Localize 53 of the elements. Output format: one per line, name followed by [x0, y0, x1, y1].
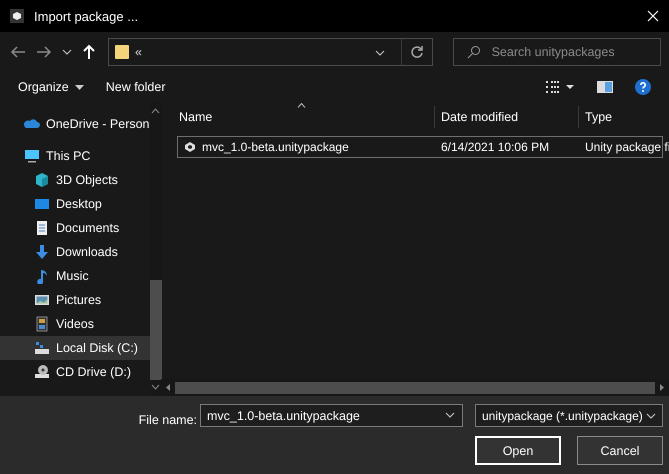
folder-icon	[115, 44, 129, 60]
dropdown-icon	[374, 50, 385, 56]
scroll-up-icon[interactable]	[151, 108, 160, 114]
sidebar-item[interactable]: This PC	[0, 144, 150, 168]
help-button[interactable]	[635, 79, 651, 95]
dropdown-icon	[445, 412, 455, 418]
sidebar-item[interactable]: Desktop	[0, 192, 150, 216]
sidebar-item[interactable]: Music	[0, 264, 150, 288]
search-field[interactable]: Search unitypackages	[452, 38, 661, 66]
music-note-icon	[34, 268, 50, 284]
file-name-cell: mvc_1.0-beta.unitypackage	[178, 140, 435, 154]
scroll-down-icon[interactable]	[151, 384, 160, 390]
cd-drive-icon	[34, 364, 50, 380]
drive-icon	[34, 340, 50, 356]
download-icon	[34, 244, 50, 260]
close-icon[interactable]	[647, 10, 659, 22]
sidebar-item[interactable]: CD Drive (D:)	[0, 360, 150, 384]
file-type-dropdown[interactable]: unitypackage (*.unitypackage)	[475, 404, 663, 427]
column-header[interactable]: Date modified	[434, 106, 578, 128]
desktop-icon	[34, 196, 50, 212]
sidebar-item[interactable]: Downloads	[0, 240, 150, 264]
dropdown-icon	[646, 412, 656, 418]
column-header[interactable]: Name	[179, 106, 434, 128]
monitor-icon	[24, 148, 40, 164]
dialog-button[interactable]: Cancel	[577, 436, 663, 465]
document-icon	[34, 220, 50, 236]
sidebar-item[interactable]: Local Disk (C:)	[0, 336, 150, 360]
sidebar-item[interactable]: OneDrive - Person	[0, 112, 150, 136]
caret-icon	[74, 84, 84, 90]
refresh-icon[interactable]	[410, 45, 424, 59]
sidebar-item[interactable]: 3D Objects	[0, 168, 150, 192]
caret-icon	[62, 49, 72, 55]
pictures-icon	[34, 292, 50, 308]
film-icon	[34, 316, 50, 332]
sidebar-item[interactable]: Pictures	[0, 288, 150, 312]
column-header[interactable]: Type	[578, 106, 669, 128]
address-path: «	[135, 45, 143, 59]
address-bar[interactable]: «	[108, 38, 433, 66]
sidebar-item[interactable]: Documents	[0, 216, 150, 240]
date-cell-text: 6/14/2021 10:06 PM	[440, 140, 550, 154]
recent-locations-button[interactable]	[60, 47, 74, 57]
cube-icon	[34, 172, 50, 188]
sidebar-item[interactable]: Videos	[0, 312, 150, 336]
dialog-button[interactable]: Open	[475, 436, 561, 465]
file-name-field[interactable]: mvc_1.0-beta.unitypackage	[200, 404, 463, 427]
view-options-button[interactable]	[545, 80, 575, 94]
file-name-label: File name:	[138, 413, 197, 427]
scroll-right-icon[interactable]	[659, 383, 665, 392]
scroll-left-icon[interactable]	[165, 383, 171, 392]
search-icon	[466, 45, 481, 59]
new-folder-button[interactable]: New folder	[106, 80, 166, 94]
organize-button[interactable]: Organize	[18, 80, 84, 94]
window-title: Import package ...	[34, 8, 140, 24]
